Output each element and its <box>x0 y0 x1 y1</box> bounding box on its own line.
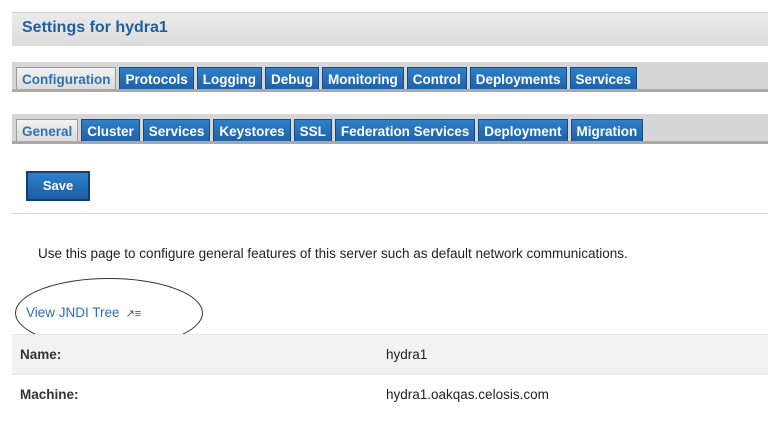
tab-protocols[interactable]: Protocols <box>119 67 194 89</box>
view-jndi-tree-label: View JNDI Tree <box>26 305 120 320</box>
subtab-deployment[interactable]: Deployment <box>478 119 568 141</box>
tab-configuration[interactable]: Configuration <box>16 67 117 89</box>
title-bar: Settings for hydra1 <box>12 12 768 46</box>
page-title: Settings for hydra1 <box>22 19 168 36</box>
property-value: hydra1 <box>386 347 428 362</box>
page-description: Use this page to configure general featu… <box>38 246 628 261</box>
subtab-services[interactable]: Services <box>142 119 211 141</box>
popout-icon: ↗≡ <box>125 307 142 320</box>
tab-debug[interactable]: Debug <box>264 67 319 89</box>
save-button[interactable]: Save <box>26 171 90 201</box>
property-label: Name: <box>20 347 62 362</box>
subtab-federation-services[interactable]: Federation Services <box>334 119 476 141</box>
tab-monitoring[interactable]: Monitoring <box>321 67 404 89</box>
divider <box>12 213 768 214</box>
tab-control[interactable]: Control <box>406 67 467 89</box>
subtab-general[interactable]: General <box>16 119 79 141</box>
property-label: Machine: <box>20 387 79 402</box>
property-row-name: Name: hydra1 <box>12 334 768 374</box>
primary-tab-bar: Configuration Protocols Logging Debug Monito… <box>12 62 768 92</box>
tab-services[interactable]: Services <box>569 67 638 89</box>
properties-table: Name: hydra1 Machine: hydra1.oakqas.celo… <box>12 334 768 414</box>
subtab-ssl[interactable]: SSL <box>293 119 332 141</box>
property-value: hydra1.oakqas.celosis.com <box>386 387 549 402</box>
tab-deployments[interactable]: Deployments <box>469 67 567 89</box>
secondary-tab-bar: General Cluster Services Keystores SSL Federa… <box>12 114 768 144</box>
subtab-cluster[interactable]: Cluster <box>81 119 140 141</box>
subtab-migration[interactable]: Migration <box>570 119 644 141</box>
subtab-keystores[interactable]: Keystores <box>213 119 291 141</box>
view-jndi-tree-link[interactable]: View JNDI Tree ↗≡ <box>26 305 141 320</box>
tab-logging[interactable]: Logging <box>196 67 262 89</box>
property-row-machine: Machine: hydra1.oakqas.celosis.com <box>12 374 768 414</box>
